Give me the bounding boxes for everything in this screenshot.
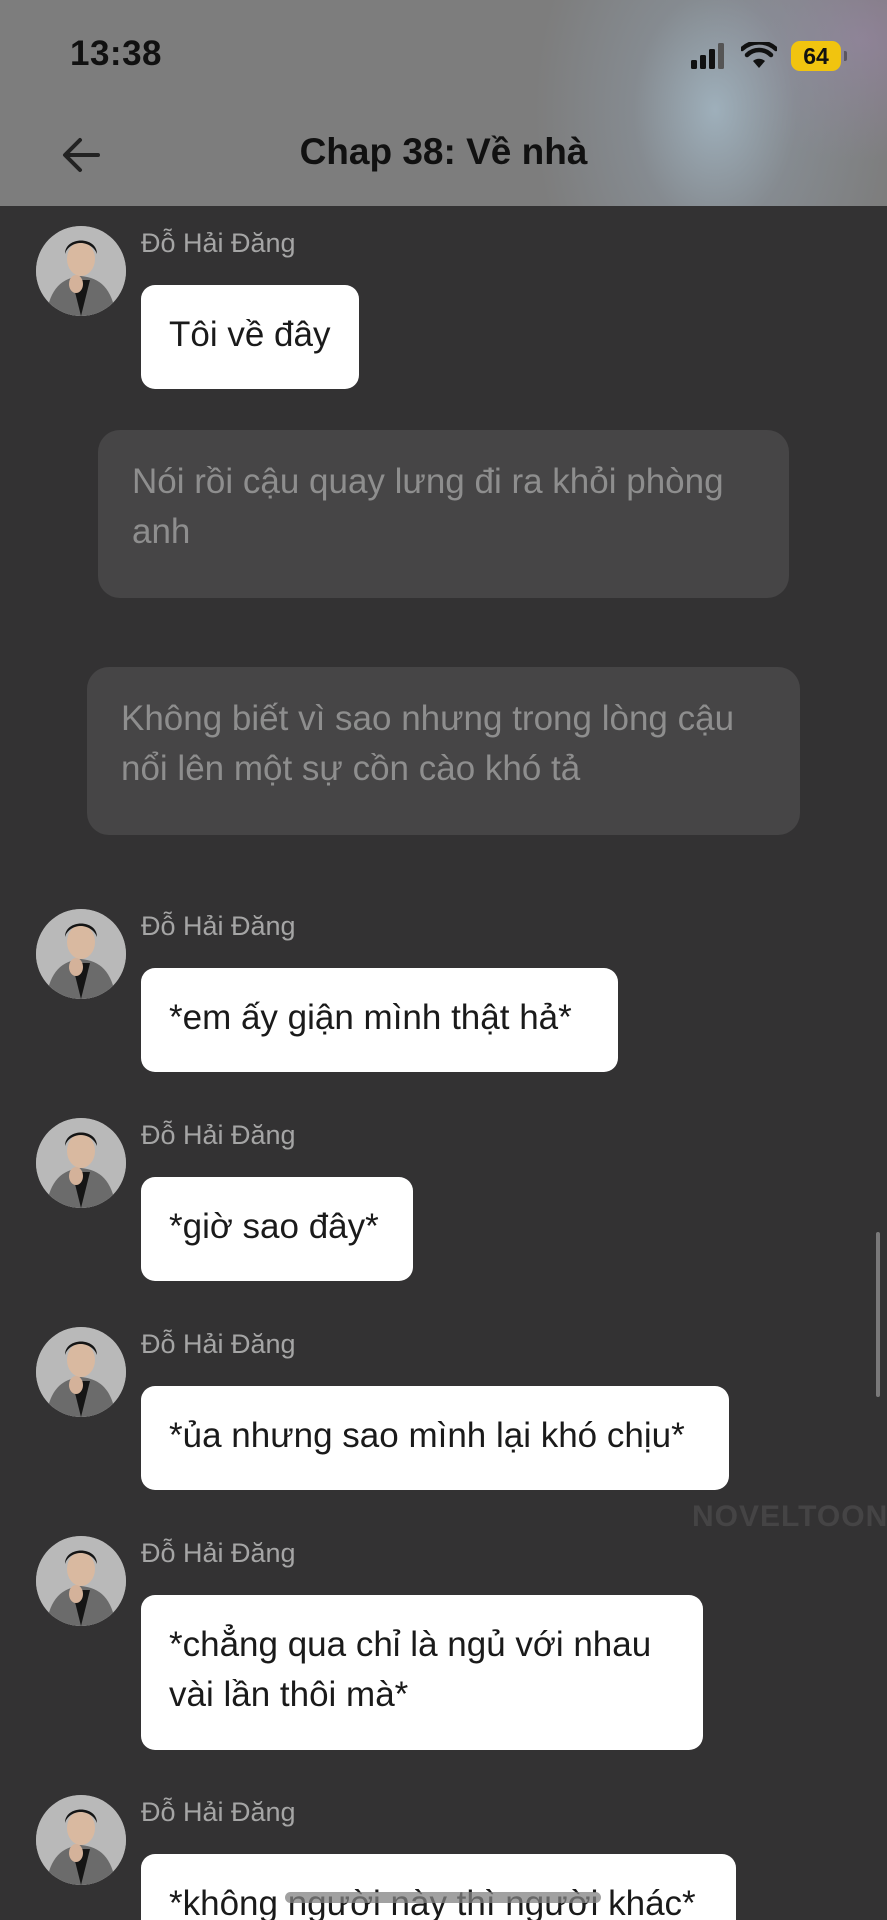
avatar[interactable] bbox=[36, 909, 126, 999]
sender-name: Đỗ Hải Đăng bbox=[141, 228, 296, 258]
sender-name: Đỗ Hải Đăng bbox=[141, 1120, 296, 1150]
avatar[interactable] bbox=[36, 1536, 126, 1626]
message-bubble[interactable]: *ủa nhưng sao mình lại khó chịu* bbox=[141, 1386, 729, 1490]
avatar[interactable] bbox=[36, 226, 126, 316]
message-bubble[interactable]: *giờ sao đây* bbox=[141, 1177, 413, 1281]
sender-name: Đỗ Hải Đăng bbox=[141, 911, 296, 941]
status-time: 13:38 bbox=[70, 34, 163, 73]
avatar[interactable] bbox=[36, 1795, 126, 1885]
watermark-logo: NOVELTOON bbox=[692, 1500, 887, 1533]
avatar[interactable] bbox=[36, 1327, 126, 1417]
avatar-image bbox=[36, 1118, 126, 1208]
message-bubble[interactable]: Tôi về đây bbox=[141, 285, 359, 389]
avatar-image bbox=[36, 1795, 126, 1885]
message-bubble[interactable]: *không người này thì người khác* bbox=[141, 1854, 736, 1920]
scrollbar[interactable] bbox=[876, 1232, 880, 1397]
avatar[interactable] bbox=[36, 1118, 126, 1208]
sender-name: Đỗ Hải Đăng bbox=[141, 1797, 296, 1827]
sender-name: Đỗ Hải Đăng bbox=[141, 1329, 296, 1359]
avatar-image bbox=[36, 909, 126, 999]
message-bubble[interactable]: *em ấy giận mình thật hả* bbox=[141, 968, 618, 1072]
avatar-image bbox=[36, 1327, 126, 1417]
home-indicator[interactable] bbox=[285, 1892, 601, 1903]
wifi-icon bbox=[741, 42, 777, 68]
cellular-signal-icon bbox=[691, 43, 724, 69]
avatar-image bbox=[36, 226, 126, 316]
battery-icon: 64 bbox=[791, 41, 847, 71]
page-title: Chap 38: Về nhà bbox=[299, 131, 588, 172]
narration-box: Không biết vì sao nhưng trong lòng cậu n… bbox=[87, 667, 800, 835]
narration-box: Nói rồi cậu quay lưng đi ra khỏi phòng a… bbox=[98, 430, 789, 598]
chat-feed[interactable]: Đỗ Hải Đăng Tôi về đây Nói rồi cậu quay … bbox=[0, 206, 887, 1920]
status-icons: 64 bbox=[691, 38, 847, 74]
battery-level: 64 bbox=[803, 42, 829, 69]
avatar-image bbox=[36, 1536, 126, 1626]
message-bubble[interactable]: *chẳng qua chỉ là ngủ với nhau vài lần t… bbox=[141, 1595, 703, 1750]
sender-name: Đỗ Hải Đăng bbox=[141, 1538, 296, 1568]
top-bar: 13:38 64 Chap 38: Về nhà bbox=[0, 0, 887, 206]
